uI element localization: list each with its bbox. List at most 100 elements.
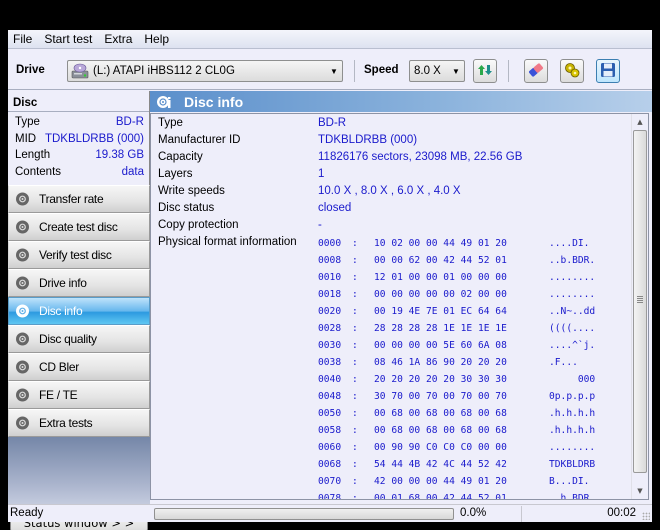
nav-item-label: CD Bler <box>39 360 79 374</box>
hex-offset: 0018 <box>318 289 342 300</box>
hex-separator: : <box>352 408 358 419</box>
nav-item-verify-test-disc[interactable]: Verify test disc <box>8 241 150 269</box>
status-divider <box>521 506 522 522</box>
hex-bytes: 42 00 00 00 44 49 01 20 <box>374 476 507 487</box>
nav-item-fe-te[interactable]: FE / TE <box>8 381 150 409</box>
info-value: 10.0 X , 8.0 X , 6.0 X , 4.0 X <box>318 185 461 197</box>
hex-ascii: .F... <box>549 357 578 368</box>
nav-item-label: Transfer rate <box>39 192 104 206</box>
nav-item-disc-quality[interactable]: Disc quality <box>8 325 150 353</box>
disc-info-icon <box>156 94 172 110</box>
gears-icon <box>563 61 581 82</box>
refresh-button[interactable] <box>473 59 497 83</box>
optical-drive-icon <box>71 63 89 79</box>
menu-help[interactable]: Help <box>138 32 175 46</box>
chevron-down-icon[interactable]: ▼ <box>448 61 464 81</box>
hex-offset: 0000 <box>318 238 342 249</box>
disc-icon <box>15 331 31 347</box>
menu-extra[interactable]: Extra <box>98 32 138 46</box>
disc-icon <box>15 275 31 291</box>
drive-label: Drive <box>16 64 45 76</box>
info-key: Disc status <box>158 202 215 214</box>
hex-ascii: ....^`j. <box>549 340 596 351</box>
disc-icon <box>15 359 31 375</box>
speed-value: 8.0 X <box>414 65 441 77</box>
scroll-down-icon[interactable]: ▼ <box>632 483 648 499</box>
drive-select[interactable]: (L:) ATAPI iHBS112 2 CL0G ▼ <box>67 60 343 82</box>
disc-summary-row: Type BD-R <box>15 116 144 133</box>
nav-background <box>8 437 150 514</box>
hex-bytes: 00 01 68 00 42 44 52 01 <box>374 493 507 500</box>
erase-button[interactable] <box>524 59 548 83</box>
panel-title: Disc info <box>184 93 244 110</box>
disc-icon <box>15 247 31 263</box>
nav-item-cd-bler[interactable]: CD Bler <box>8 353 150 381</box>
hex-ascii: ........ <box>549 272 596 283</box>
vertical-scrollbar[interactable]: ▲ ▼ <box>631 114 648 499</box>
disc-icon <box>15 387 31 403</box>
nav-item-label: Verify test disc <box>39 248 112 262</box>
speed-label: Speed <box>364 64 399 76</box>
nav-item-label: Disc info <box>39 304 83 318</box>
hex-ascii: 000 <box>549 374 596 385</box>
disc-icon <box>15 415 31 431</box>
hex-separator: : <box>352 476 358 487</box>
disc-summary-row: MID TDKBLDRBB (000) <box>15 133 144 150</box>
hex-ascii: B...DI. <box>549 476 590 487</box>
info-key: Type <box>158 117 183 129</box>
hex-separator: : <box>352 391 358 402</box>
hex-bytes: 12 01 00 00 01 00 00 00 <box>374 272 507 283</box>
hex-offset: 0048 <box>318 391 342 402</box>
hex-ascii: ..N~..dd <box>549 306 596 317</box>
hex-offset: 0068 <box>318 459 342 470</box>
disc-summary-row: Contents data <box>15 166 144 183</box>
scroll-up-icon[interactable]: ▲ <box>632 114 648 130</box>
save-button[interactable] <box>596 59 620 83</box>
hex-ascii: 0p.p.p.p <box>549 391 596 402</box>
hex-separator: : <box>352 442 358 453</box>
eraser-icon <box>527 61 545 82</box>
left-panel: Disc Type BD-R MID TDKBLDRBB (000) Lengt… <box>8 91 150 530</box>
elapsed-time: 00:02 <box>607 507 636 519</box>
hex-bytes: 28 28 28 28 1E 1E 1E 1E <box>374 323 507 334</box>
info-value: TDKBLDRBB (000) <box>318 134 418 146</box>
nav-item-label: Extra tests <box>39 416 93 430</box>
hex-offset: 0020 <box>318 306 342 317</box>
chevron-down-icon[interactable]: ▼ <box>326 61 342 81</box>
main-panel: Disc info ▲ ▼ Type BD-R Manufacturer ID TDK… <box>150 91 652 502</box>
hex-separator: : <box>352 425 358 436</box>
nav-item-extra-tests[interactable]: Extra tests <box>8 409 150 437</box>
hex-offset: 0038 <box>318 357 342 368</box>
info-key: Copy protection <box>158 219 239 231</box>
scrollbar-thumb[interactable] <box>633 130 647 473</box>
hex-separator: : <box>352 255 358 266</box>
hex-offset: 0040 <box>318 374 342 385</box>
hex-offset: 0010 <box>318 272 342 283</box>
grip-icon <box>637 296 643 304</box>
disc-summary: Type BD-R MID TDKBLDRBB (000) Length 19.… <box>8 112 149 182</box>
floppy-disk-icon <box>599 61 617 82</box>
menu-start-test[interactable]: Start test <box>38 32 98 46</box>
nav-item-transfer-rate[interactable]: Transfer rate <box>8 185 150 213</box>
nav-item-drive-info[interactable]: Drive info <box>8 269 150 297</box>
hex-bytes: 08 46 1A 86 90 20 20 20 <box>374 357 507 368</box>
status-text: Ready <box>10 507 44 519</box>
hex-offset: 0058 <box>318 425 342 436</box>
disc-info-content: ▲ ▼ Type BD-R Manufacturer ID TDKBLDRBB (00… <box>150 113 649 500</box>
resize-grip-icon[interactable] <box>642 512 650 520</box>
nav-item-disc-info[interactable]: Disc info <box>8 297 150 325</box>
menu-file[interactable]: File <box>8 32 38 46</box>
app-window: File Start test Extra Help Drive (L:) AT… <box>8 30 652 530</box>
disc-mid-label: MID <box>15 132 37 145</box>
toolbar-separator <box>508 60 509 82</box>
hex-offset: 0008 <box>318 255 342 266</box>
hex-bytes: 00 00 62 00 42 44 52 01 <box>374 255 507 266</box>
nav-item-label: Drive info <box>39 276 87 290</box>
speed-select[interactable]: 8.0 X ▼ <box>409 60 465 82</box>
nav-item-label: Disc quality <box>39 332 97 346</box>
hex-offset: 0078 <box>318 493 342 500</box>
hex-separator: : <box>352 493 358 500</box>
disc-panel-title: Disc <box>8 91 149 112</box>
nav-item-create-test-disc[interactable]: Create test disc <box>8 213 150 241</box>
settings-button[interactable] <box>560 59 584 83</box>
